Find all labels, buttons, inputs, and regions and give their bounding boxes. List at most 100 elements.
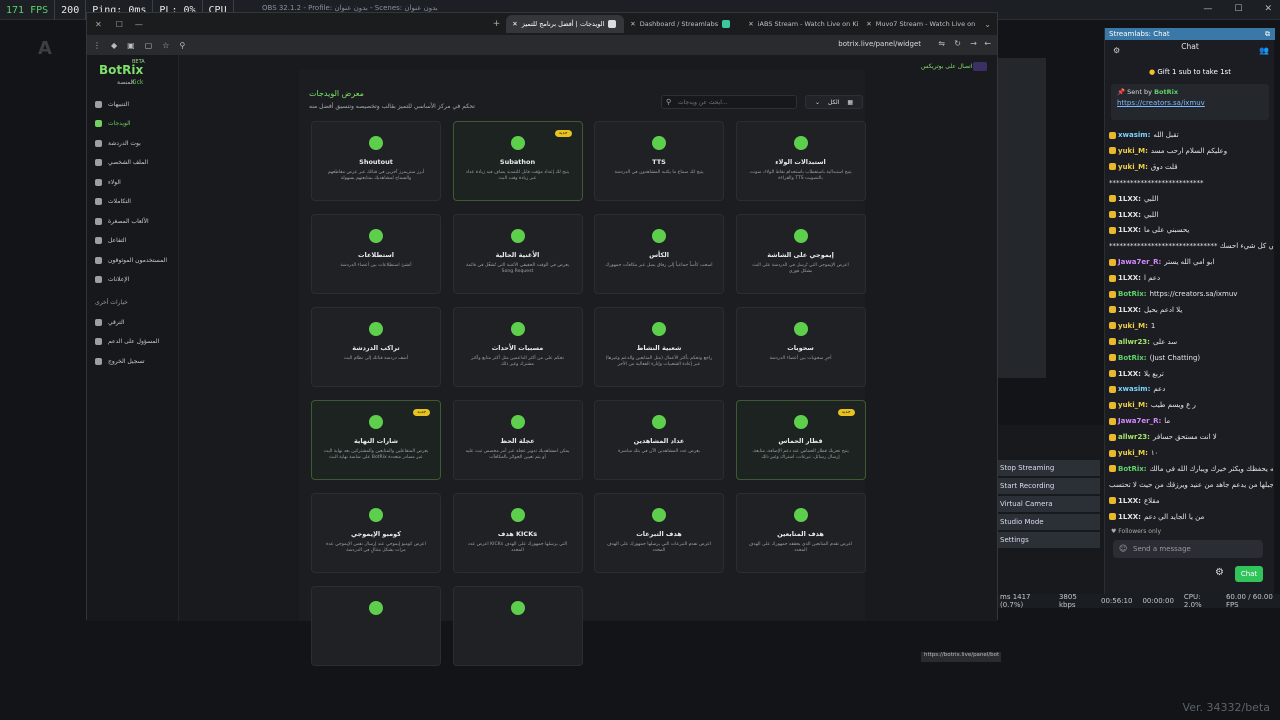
widget-card[interactable]: عجلة الحظ يمكن لمشاهديك تدوير عجلة عبر أم… <box>452 400 583 480</box>
widget-card[interactable]: شعبية النشاط راجع وتحكم بأكثر الأعمال (مث… <box>594 307 724 387</box>
tabs-icon[interactable]: ▢ <box>145 41 153 50</box>
stop-streaming-button[interactable]: Stop Streaming <box>998 460 1100 476</box>
chat-message-input[interactable]: Send a message <box>1113 540 1263 558</box>
chat-username[interactable]: xwasim: <box>1118 385 1150 393</box>
emote-icon[interactable]: ☺ <box>1119 544 1127 553</box>
user-avatar[interactable] <box>973 62 987 71</box>
widget-card[interactable] <box>452 586 583 666</box>
sidebar-bottom-item[interactable]: تسجيل الخروج <box>93 354 177 368</box>
sidebar-bottom-item[interactable]: الترقي <box>93 315 177 329</box>
sidebar-item[interactable]: المستخدمون الموثوقون <box>93 253 177 267</box>
widget-card[interactable]: عداد المشاهدين يعرض عدد المشاهدين الآن في… <box>594 400 724 480</box>
url-field[interactable]: botrix.live/panel/widget <box>838 40 921 48</box>
close-tab-icon[interactable]: ✕ <box>748 20 753 28</box>
chat-username[interactable]: allwr23: <box>1118 338 1150 346</box>
start-recording-button[interactable]: Start Recording <box>998 478 1100 494</box>
sidebar-item[interactable]: الولاء <box>93 175 177 189</box>
close-tab-icon[interactable]: ✕ <box>866 20 871 28</box>
minimize-icon[interactable]: — <box>1203 4 1212 14</box>
users-icon[interactable]: 👥 <box>1259 46 1269 55</box>
botrix-logo[interactable]: BotRix <box>99 63 143 77</box>
chat-username[interactable]: Jawa7er_R: <box>1118 258 1161 266</box>
sidebar-item[interactable]: الألعاب المصغرة <box>93 214 177 228</box>
widget-card[interactable]: مسببات الأحداث تحكم على من أكثر الداعمين … <box>452 307 583 387</box>
extension2-icon[interactable]: ▣ <box>127 41 135 50</box>
forward-icon[interactable]: → <box>970 39 977 48</box>
widget-card[interactable]: الأغنية الحالية يعرض في الوقت الحقيقي الأ… <box>452 214 583 294</box>
widget-card[interactable]: جديد شارات النهاية يعرض المتفاعلين والمتاب… <box>311 400 441 480</box>
tab-iabs[interactable]: ✕ iABS Stream - Watch Live on Ki <box>742 15 860 33</box>
widget-card[interactable]: هدف KICKs اعرض عدد KICKs التي يرسلها جمهو… <box>452 493 583 573</box>
maximize-icon[interactable]: ☐ <box>1234 4 1242 14</box>
chat-username[interactable]: BotRix: <box>1118 290 1147 298</box>
back-icon[interactable]: ← <box>984 39 991 48</box>
chat-username[interactable]: 1LXX: <box>1118 306 1141 314</box>
close-window-icon[interactable]: ✕ <box>87 20 110 29</box>
chat-username[interactable]: 1LXX: <box>1118 195 1141 203</box>
extension-icon[interactable]: ◆ <box>111 41 117 50</box>
widget-card[interactable]: إيموجي على الشاشة اعرض الإيموجي التي تُرس… <box>735 214 866 294</box>
chat-username[interactable]: 1LXX: <box>1118 211 1141 219</box>
chat-username[interactable]: yuki_M: <box>1118 401 1148 409</box>
minimize-window-icon[interactable]: — <box>129 20 149 29</box>
widget-card[interactable]: جديد Subathon يتيح لك إعداد مؤقت قابل للتم… <box>452 121 583 201</box>
chat-username[interactable]: 1LXX: <box>1118 370 1141 378</box>
widget-card[interactable]: استطلاعات أنشئ استطلاعات بين أعضاء الدردش… <box>311 214 441 294</box>
sidebar-bottom-item[interactable]: المسؤول على الدعم <box>93 335 177 349</box>
new-tab-icon[interactable]: + <box>487 19 507 29</box>
chat-gear-icon[interactable]: ⚙ <box>1215 567 1224 578</box>
widget-card[interactable] <box>311 586 441 666</box>
widget-card[interactable]: جديد قطار الحماس يتيح تحريك قطار الحماس عن… <box>735 400 866 480</box>
tab-search-icon[interactable]: ⌄ <box>978 20 997 29</box>
chat-settings-icon[interactable]: ⚙ <box>1113 46 1120 55</box>
widget-card[interactable]: تراكب الدردشة أضف دردشة قناتك إلى نظام ال… <box>311 307 441 387</box>
reload-icon[interactable]: ↻ <box>954 39 961 48</box>
site-settings-icon[interactable]: ⇋ <box>938 39 945 48</box>
gift-banner[interactable]: ● Gift 1 sub to take 1st <box>1105 68 1275 76</box>
chat-username[interactable]: 1LXX: <box>1118 274 1141 282</box>
chat-username[interactable]: 1LXX: <box>1118 497 1141 505</box>
widget-card[interactable]: سحوبات أجرِ سحوبات بين أعضاء الدردشة <box>735 307 866 387</box>
widget-search-input[interactable]: ابحث عن ويدجات... <box>661 95 797 109</box>
connect-status[interactable]: اتصال على بوتريكس <box>921 63 973 70</box>
virtual-camera-button[interactable]: Virtual Camera <box>998 496 1100 512</box>
chat-username[interactable]: 1LXX: <box>1118 226 1141 234</box>
widget-card[interactable]: استبدالات الولاء يتيح استبدالية باستقطاب … <box>735 121 866 201</box>
widget-card[interactable]: الكأس اسحب كأساً جماعياً إلى رفاق يصل عبر… <box>594 214 724 294</box>
chat-username[interactable]: yuki_M: <box>1118 449 1148 457</box>
widget-card[interactable]: Shoutout أبرز ستريمرز آخرين في قناتك عبر … <box>311 121 441 201</box>
sidebar-item[interactable]: بوت الدردشة <box>93 136 177 150</box>
sidebar-item[interactable]: التنبيهات <box>93 97 177 111</box>
menu-icon[interactable]: ⋮ <box>93 41 101 50</box>
widget-card[interactable]: هدف التبرعات اعرض تقدم التبرعات التي يرسل… <box>594 493 724 573</box>
widget-card[interactable]: TTS يتيح لك سماع ما يكتبه المشاهدون في ال… <box>594 121 724 201</box>
zoom-icon[interactable]: ⚲ <box>179 41 185 50</box>
chat-username[interactable]: xwasim: <box>1118 131 1150 139</box>
settings-button[interactable]: Settings <box>998 532 1100 548</box>
sidebar-item[interactable]: التفاعل <box>93 234 177 248</box>
close-tab-icon[interactable]: ✕ <box>630 20 635 28</box>
pinned-link[interactable]: https://creators.sa/ixmuv <box>1117 99 1263 107</box>
popout-icon[interactable]: ⧉ <box>1265 30 1270 39</box>
chat-username[interactable]: yuki_M: <box>1118 147 1148 155</box>
filter-select[interactable]: ⌄ الكل ▦ <box>805 95 863 109</box>
widget-card[interactable]: كومبو الإيموجي اعرض كومبو إيموجي عند إرسا… <box>311 493 441 573</box>
studio-mode-button[interactable]: Studio Mode <box>998 514 1100 530</box>
tab-widgets[interactable]: ✕ الويدجات | أفضل برنامج للتميز <box>506 15 625 33</box>
bookmark-star-icon[interactable]: ☆ <box>162 41 169 50</box>
chat-send-button[interactable]: Chat <box>1235 566 1263 582</box>
restore-icon[interactable]: ☐ <box>110 20 129 29</box>
chat-username[interactable]: BotRix: <box>1118 354 1147 362</box>
sidebar-item[interactable]: التكاملات <box>93 195 177 209</box>
tab-muvo7[interactable]: ✕ Muvo7 Stream - Watch Live on <box>860 15 978 33</box>
widget-card[interactable]: هدف المتابعين اعرض تقدم المتابعين الذي يح… <box>735 493 866 573</box>
sidebar-item[interactable]: الملف الشخصي <box>93 156 177 170</box>
tab-streamlabs[interactable]: ✕ Dashboard / Streamlabs <box>624 15 742 33</box>
close-icon[interactable]: ✕ <box>1264 4 1272 14</box>
chat-username[interactable]: Jawa7er_R: <box>1118 417 1161 425</box>
close-tab-icon[interactable]: ✕ <box>512 20 517 28</box>
sidebar-item[interactable]: الويدجات <box>93 117 177 131</box>
chat-username[interactable]: yuki_M: <box>1118 163 1148 171</box>
chat-username[interactable]: yuki_M: <box>1118 322 1148 330</box>
chat-username[interactable]: 1LXX: <box>1118 513 1141 521</box>
